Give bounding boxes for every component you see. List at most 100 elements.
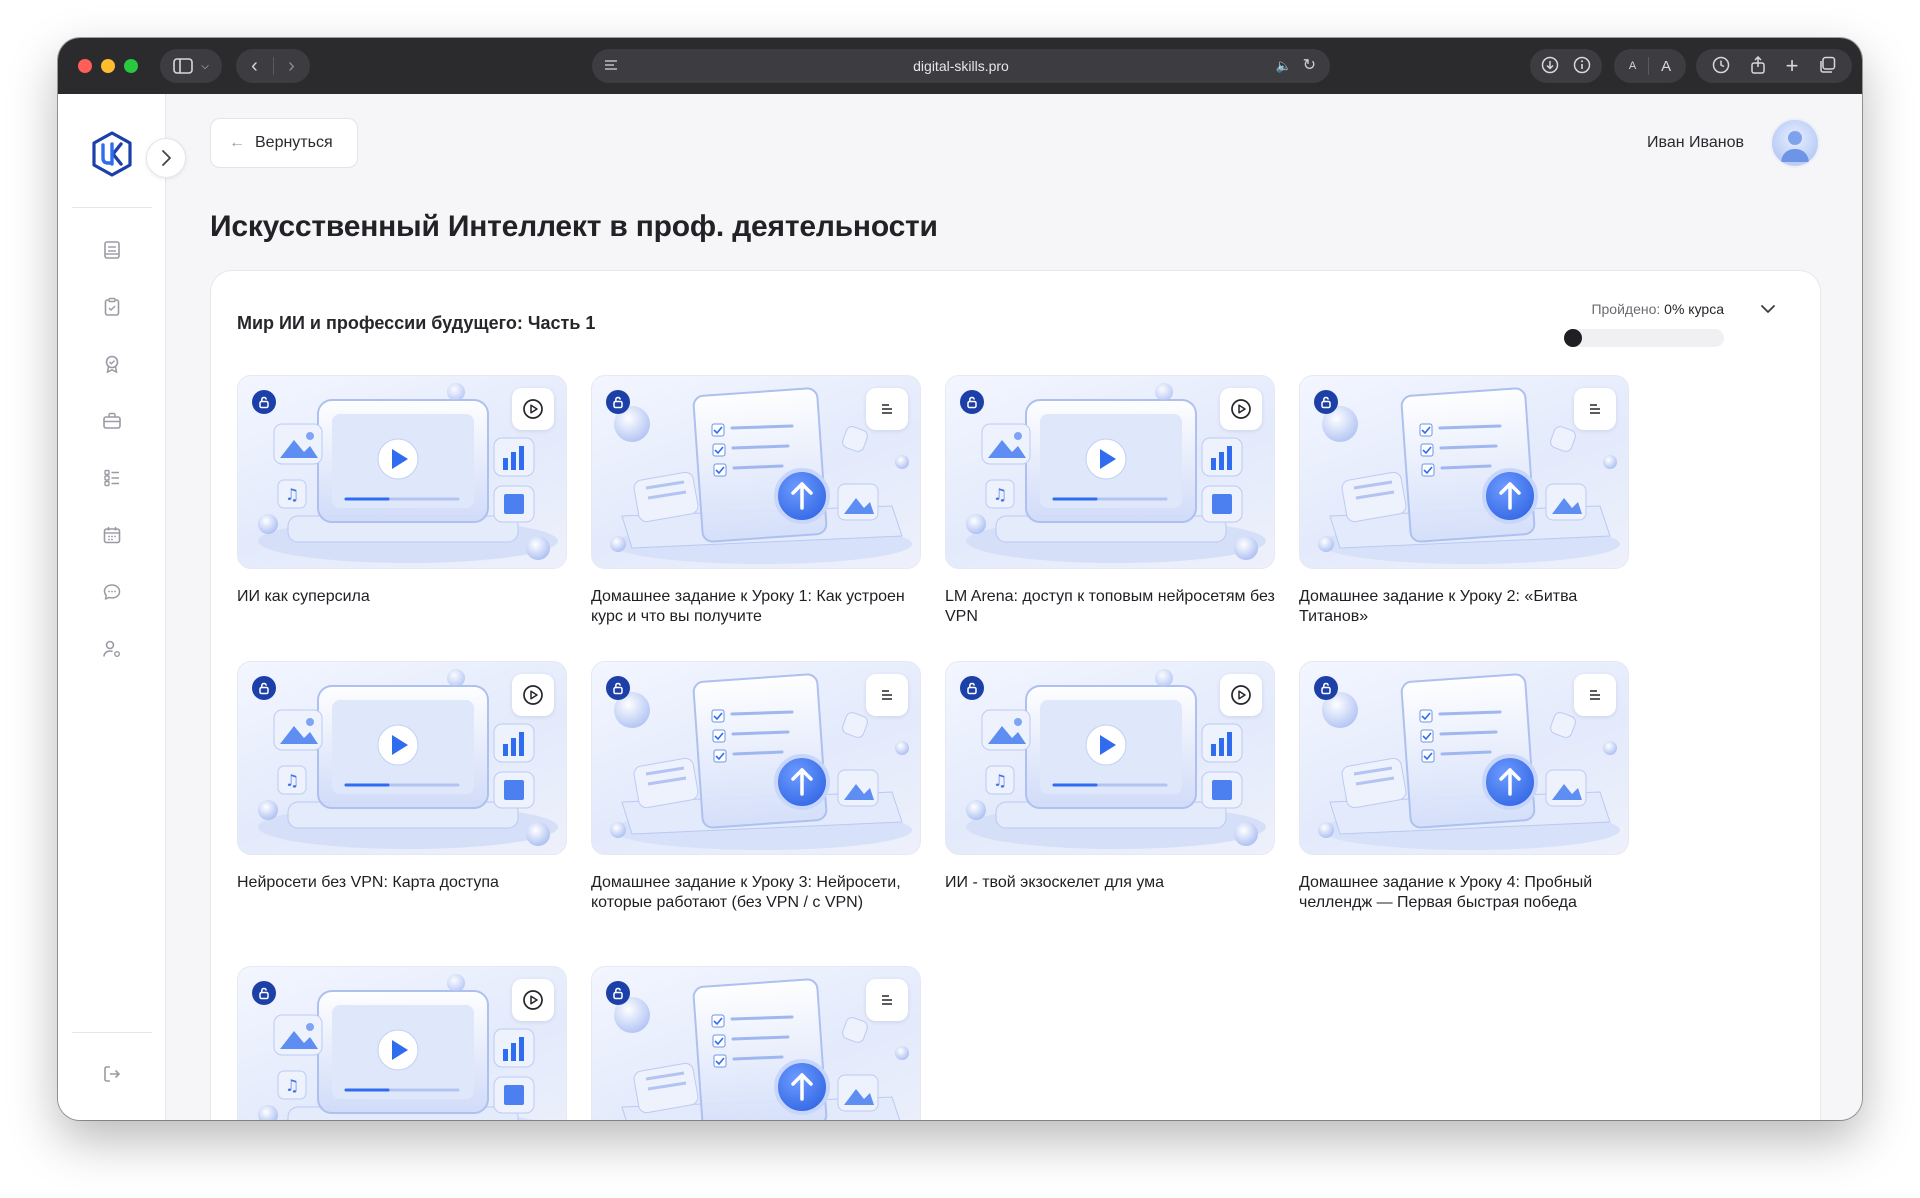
svg-text:♫: ♫ — [285, 485, 299, 504]
unlocked-badge — [606, 676, 630, 700]
text-type-badge — [866, 979, 908, 1021]
sidebar-toggle-button[interactable]: ⌵ — [160, 49, 222, 83]
browser-toolbar: ⌵ ‹ › digital-skills.pro 🔈 ↻ A A + — [58, 38, 1862, 94]
browser-window: ⌵ ‹ › digital-skills.pro 🔈 ↻ A A + ← Вер… — [58, 38, 1862, 1120]
homework-card[interactable]: Домашнее задание к Уроку 2: «Битва Титан… — [1299, 375, 1629, 627]
lock-open-icon — [1321, 682, 1331, 695]
minimize-window-button[interactable] — [101, 59, 115, 73]
lesson-title[interactable]: Домашнее задание к Уроку 1: Как устроен … — [591, 587, 921, 627]
share-icon[interactable] — [1750, 55, 1766, 77]
avatar[interactable] — [1770, 118, 1820, 168]
text-larger-button[interactable]: A — [1661, 58, 1671, 75]
lesson-thumbnail[interactable] — [591, 966, 921, 1120]
list-icon[interactable] — [100, 466, 124, 490]
homework-card[interactable] — [591, 966, 921, 1120]
book-icon[interactable] — [100, 238, 124, 262]
svg-text:♫: ♫ — [993, 485, 1007, 504]
module-card: Мир ИИ и профессии будущего: Часть 1 Про… — [210, 270, 1821, 1120]
text-size-group: A A — [1614, 49, 1686, 83]
page-title: Искусственный Интеллект в проф. деятельн… — [210, 210, 938, 243]
calendar-icon[interactable] — [100, 523, 124, 547]
progress-label: Пройдено: 0% курса — [1591, 301, 1724, 317]
lesson-thumbnail[interactable] — [591, 661, 921, 855]
sidebar-expand-button[interactable] — [146, 138, 186, 178]
close-window-button[interactable] — [78, 59, 92, 73]
text-icon — [882, 995, 892, 1005]
video-type-badge — [512, 388, 554, 430]
logo-icon[interactable] — [88, 130, 136, 178]
lesson-title[interactable]: Нейросети без VPN: Карта доступа — [237, 873, 567, 893]
text-type-badge — [1574, 388, 1616, 430]
unlocked-badge — [1314, 676, 1338, 700]
svg-text:♫: ♫ — [285, 1076, 299, 1095]
module-title: Мир ИИ и профессии будущего: Часть 1 — [237, 313, 596, 333]
user-settings-icon[interactable] — [100, 637, 124, 661]
homework-card[interactable]: Домашнее задание к Уроку 3: Нейросети, к… — [591, 661, 921, 913]
info-icon[interactable] — [1573, 56, 1591, 77]
video-type-badge — [1220, 674, 1262, 716]
lock-open-icon — [613, 396, 623, 409]
forward-nav-button[interactable]: › — [274, 55, 310, 78]
chat-icon[interactable] — [100, 580, 124, 604]
lesson-thumbnail[interactable] — [1299, 375, 1629, 569]
unlocked-badge — [252, 390, 276, 414]
sidebar-divider — [72, 1032, 152, 1033]
user-name[interactable]: Иван Иванов — [1647, 134, 1744, 152]
sidebar — [58, 94, 166, 1120]
text-icon — [1590, 690, 1600, 700]
video-lesson-card[interactable]: ♫ ИИ - твой экзоскелет для ума — [945, 661, 1275, 893]
download-icon[interactable] — [1541, 56, 1559, 77]
briefcase-icon[interactable] — [100, 409, 124, 433]
back-button[interactable]: ← Вернуться — [210, 118, 358, 168]
arrow-left-icon: ← — [229, 134, 245, 151]
lesson-title[interactable]: LM Arena: доступ к топовым нейросетям бе… — [945, 587, 1275, 627]
lesson-title[interactable]: Домашнее задание к Уроку 4: Пробный челл… — [1299, 873, 1629, 913]
lesson-title[interactable]: ИИ - твой экзоскелет для ума — [945, 873, 1275, 893]
clipboard-icon[interactable] — [100, 295, 124, 319]
lesson-thumbnail[interactable]: ♫ — [237, 661, 567, 855]
reload-icon[interactable]: ↻ — [1303, 55, 1316, 75]
maximize-window-button[interactable] — [124, 59, 138, 73]
lock-open-icon — [259, 682, 269, 695]
homework-card[interactable]: Домашнее задание к Уроку 1: Как устроен … — [591, 375, 921, 627]
collapse-button[interactable] — [1760, 301, 1776, 319]
lesson-thumbnail[interactable]: ♫ — [237, 375, 567, 569]
history-nav: ‹ › — [236, 49, 310, 83]
chevron-down-icon — [1761, 305, 1775, 313]
lesson-title[interactable]: Домашнее задание к Уроку 2: «Битва Титан… — [1299, 587, 1629, 627]
lock-open-icon — [613, 987, 623, 1000]
lesson-title[interactable]: Домашнее задание к Уроку 3: Нейросети, к… — [591, 873, 921, 913]
lesson-thumbnail[interactable] — [1299, 661, 1629, 855]
history-icon[interactable] — [1712, 56, 1730, 77]
video-lesson-card[interactable]: ♫ Нейросети без VPN: Карта доступа — [237, 661, 567, 893]
play-icon — [523, 399, 543, 419]
address-bar[interactable]: digital-skills.pro 🔈 ↻ — [592, 49, 1330, 83]
progress-prefix: Пройдено: — [1591, 301, 1661, 317]
lesson-thumbnail[interactable]: ♫ — [945, 661, 1275, 855]
homework-card[interactable]: Домашнее задание к Уроку 4: Пробный челл… — [1299, 661, 1629, 913]
tabs-overview-icon[interactable] — [1818, 56, 1836, 77]
lesson-thumbnail[interactable]: ♫ — [945, 375, 1275, 569]
sidebar-icon — [173, 58, 194, 74]
lesson-thumbnail[interactable] — [591, 375, 921, 569]
video-lesson-card[interactable]: ♫ ИИ как суперсила — [237, 375, 567, 607]
video-type-badge — [1220, 388, 1262, 430]
unlocked-badge — [252, 676, 276, 700]
sidebar-divider — [72, 207, 152, 208]
lesson-thumbnail[interactable]: ♫ — [237, 966, 567, 1120]
back-button-label: Вернуться — [255, 134, 333, 151]
back-nav-button[interactable]: ‹ — [237, 55, 273, 78]
video-lesson-card[interactable]: ♫ LM Arena: доступ к топовым нейросетям … — [945, 375, 1275, 627]
new-tab-icon[interactable]: + — [1786, 55, 1799, 77]
text-smaller-button[interactable]: A — [1629, 60, 1636, 72]
audio-icon[interactable]: 🔈 — [1276, 58, 1292, 74]
reader-icon[interactable] — [604, 58, 618, 74]
video-lesson-card[interactable]: ♫ — [237, 966, 567, 1120]
logout-icon[interactable] — [100, 1062, 124, 1086]
unlocked-badge — [960, 390, 984, 414]
lesson-title[interactable]: ИИ как суперсила — [237, 587, 567, 607]
badge-icon[interactable] — [100, 352, 124, 376]
progress-bar — [1564, 329, 1724, 347]
video-type-badge — [512, 979, 554, 1021]
unlocked-badge — [1314, 390, 1338, 414]
